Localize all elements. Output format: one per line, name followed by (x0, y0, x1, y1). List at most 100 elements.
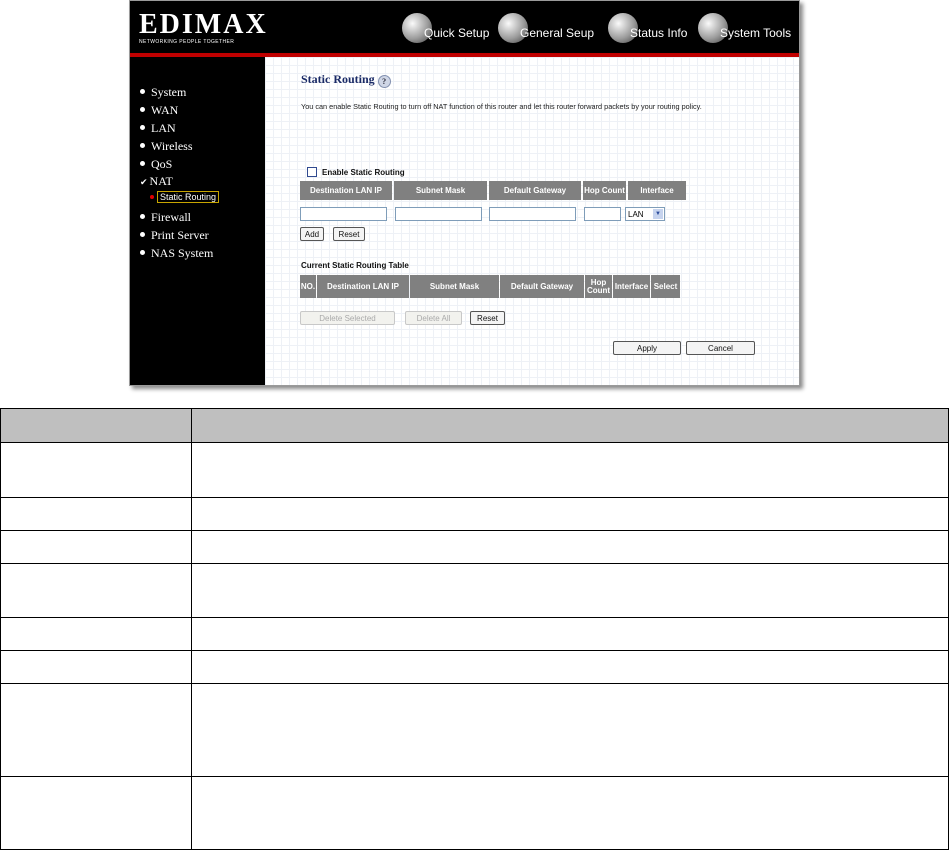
nav-label: General Seup (520, 26, 595, 40)
logo-tagline: NETWORKING PEOPLE TOGETHER (139, 39, 235, 45)
header-bar: EDIMAX NETWORKING PEOPLE TOGETHER Quick … (130, 1, 799, 53)
interface-select[interactable]: LAN ▼ (625, 207, 665, 221)
sidebar-subitem-static-routing[interactable]: Static Routing (150, 191, 220, 203)
sidebar: System WAN LAN Wireless QoS ✔ NAT Static … (130, 57, 265, 385)
table-row (0, 683, 949, 777)
bullet-icon (140, 161, 145, 166)
table-cell (0, 442, 192, 498)
table-row (0, 617, 949, 651)
table-cell (191, 650, 949, 684)
bullet-icon (140, 214, 145, 219)
bullet-icon (140, 107, 145, 112)
table-cell (191, 442, 949, 498)
sidebar-item-label: LAN (151, 121, 176, 135)
sidebar-subitem-label: Static Routing (157, 191, 220, 203)
sidebar-item-wan[interactable]: WAN (140, 103, 178, 118)
table-cell (0, 563, 192, 618)
description-table (0, 408, 949, 850)
table-title: Current Static Routing Table (301, 261, 409, 270)
table-cell (0, 650, 192, 684)
add-button[interactable]: Add (300, 227, 324, 241)
table-row (0, 530, 949, 564)
delete-all-button[interactable]: Delete All (405, 311, 462, 325)
sidebar-item-label: WAN (151, 103, 179, 117)
col-hop-count: Hop Count (583, 181, 626, 200)
nav-system-tools[interactable]: System Tools (698, 9, 791, 47)
nav-label: System Tools (720, 26, 792, 40)
interface-value: LAN (628, 209, 644, 219)
table-cell (0, 617, 192, 651)
col-select: Select (651, 275, 680, 298)
sidebar-item-firewall[interactable]: Firewall (140, 210, 191, 225)
hop-count-input[interactable] (584, 207, 621, 221)
default-gateway-input[interactable] (489, 207, 576, 221)
destination-lan-ip-input[interactable] (300, 207, 387, 221)
sidebar-item-label: Wireless (151, 139, 193, 153)
col-subnet-mask: Subnet Mask (410, 275, 499, 298)
sidebar-item-label: NAT (149, 174, 173, 188)
sidebar-item-wireless[interactable]: Wireless (140, 139, 193, 154)
help-icon[interactable]: ? (377, 75, 391, 88)
main-content: Static Routing? You can enable Static Ro… (265, 57, 799, 385)
sidebar-item-nat[interactable]: ✔ NAT (140, 174, 173, 189)
table-header-row (0, 408, 949, 443)
sidebar-item-nas-system[interactable]: NAS System (140, 246, 213, 261)
nav-label: Quick Setup (424, 26, 490, 40)
table-cell (191, 530, 949, 564)
bullet-icon (140, 89, 145, 94)
table-header-cell (0, 408, 192, 443)
col-subnet-mask: Subnet Mask (394, 181, 487, 200)
page-description: You can enable Static Routing to turn of… (301, 102, 702, 111)
col-default-gateway: Default Gateway (500, 275, 584, 298)
sidebar-item-label: NAS System (151, 246, 214, 260)
bullet-icon (140, 125, 145, 130)
enable-static-routing[interactable]: Enable Static Routing (307, 167, 405, 177)
col-hop-count: Hop Count (585, 275, 612, 298)
subnet-mask-input[interactable] (395, 207, 482, 221)
nav-label: Status Info (630, 26, 688, 40)
router-screenshot: EDIMAX NETWORKING PEOPLE TOGETHER Quick … (129, 0, 800, 386)
sidebar-item-label: System (151, 85, 187, 99)
table-cell (191, 776, 949, 850)
chevron-down-icon: ▼ (653, 209, 663, 219)
delete-selected-button[interactable]: Delete Selected (300, 311, 395, 325)
table-cell (0, 497, 192, 531)
reset-input-button[interactable]: Reset (333, 227, 365, 241)
table-header-cell (191, 408, 949, 443)
table-row (0, 650, 949, 684)
reset-table-button[interactable]: Reset (470, 311, 505, 325)
table-row (0, 497, 949, 531)
sidebar-item-lan[interactable]: LAN (140, 121, 176, 136)
nav-general-setup[interactable]: General Seup (498, 9, 594, 47)
table-cell (191, 497, 949, 531)
enable-label: Enable Static Routing (322, 167, 405, 177)
col-interface: Interface (613, 275, 650, 298)
table-cell (0, 776, 192, 850)
sidebar-item-qos[interactable]: QoS (140, 157, 172, 172)
checkmark-icon: ✔ (140, 177, 148, 187)
table-cell (191, 617, 949, 651)
bullet-icon (140, 143, 145, 148)
table-cell (0, 683, 192, 777)
col-destination-lan-ip: Destination LAN IP (317, 275, 409, 298)
table-cell (191, 683, 949, 777)
table-cell (191, 563, 949, 618)
col-destination-lan-ip: Destination LAN IP (300, 181, 392, 200)
table-row (0, 442, 949, 498)
sidebar-item-print-server[interactable]: Print Server (140, 228, 209, 243)
col-no: NO. (300, 275, 316, 298)
apply-button[interactable]: Apply (613, 341, 681, 355)
table-cell (0, 530, 192, 564)
sidebar-item-label: QoS (151, 157, 173, 171)
bullet-icon (140, 232, 145, 237)
nav-status-info[interactable]: Status Info (608, 9, 687, 47)
table-row (0, 776, 949, 850)
cancel-button[interactable]: Cancel (686, 341, 755, 355)
sidebar-item-label: Firewall (151, 210, 191, 224)
enable-checkbox[interactable] (307, 167, 317, 177)
sidebar-item-system[interactable]: System (140, 85, 186, 100)
bullet-icon (140, 250, 145, 255)
page-title-text: Static Routing (301, 72, 375, 86)
bullet-icon (150, 195, 154, 199)
nav-quick-setup[interactable]: Quick Setup (402, 9, 489, 47)
